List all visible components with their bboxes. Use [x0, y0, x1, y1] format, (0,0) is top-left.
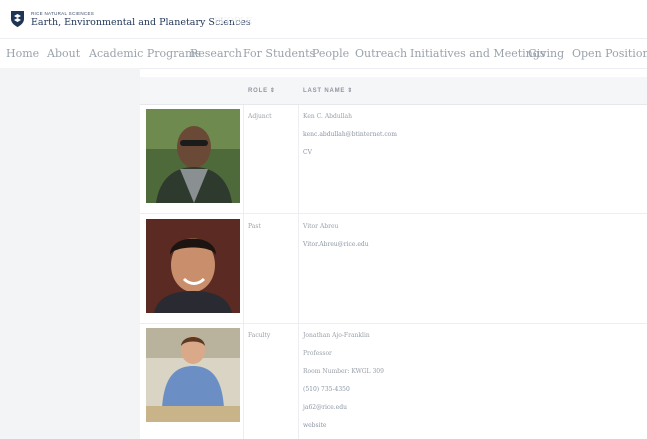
site-header: RICE NATURAL SCIENCES Earth, Environment… [0, 0, 647, 38]
nav-item-research[interactable]: Research [190, 47, 242, 60]
person-room: Room Number: KWGL 309 [303, 368, 384, 375]
nav-item-people[interactable]: People [312, 47, 349, 60]
person-email-link[interactable]: Vitor.Abreu@rice.edu [303, 241, 369, 248]
rice-shield-icon[interactable] [10, 10, 25, 28]
nav-item-home[interactable]: Home [6, 47, 39, 60]
last-name-header-label: LAST NAME [303, 88, 346, 94]
role-header-label: ROLE [248, 88, 268, 94]
header-faint-text: PEOPLE [214, 17, 253, 27]
role-cell: Adjunct [248, 113, 272, 120]
table-row: Adjunct Ken C. Abdullah kenc.abdullah@bt… [140, 104, 647, 214]
table-header: ROLE ⇕ LAST NAME ⇕ [140, 77, 647, 105]
people-table: ROLE ⇕ LAST NAME ⇕ Adjunct Ken C. Abdullah… [140, 77, 647, 439]
person-photo[interactable] [146, 328, 240, 422]
nav-item-about[interactable]: About [47, 47, 80, 60]
table-row: Past Vitor Abreu Vitor.Abreu@rice.edu [140, 214, 647, 324]
main-nav: Home About Academic Programs Research Fo… [0, 38, 647, 69]
person-name: Vitor Abreu [303, 223, 339, 230]
nav-item-open-positions[interactable]: Open Positions [572, 47, 647, 60]
role-cell: Faculty [248, 332, 271, 339]
person-website-link[interactable]: website [303, 422, 327, 429]
person-email-link[interactable]: ja62@rice.edu [303, 404, 347, 411]
last-name-column-header[interactable]: LAST NAME ⇕ [303, 87, 353, 94]
nav-item-giving[interactable]: Giving [528, 47, 564, 60]
person-name: Jonathan Ajo-Franklin [303, 332, 370, 339]
brand-small-label[interactable]: RICE NATURAL SCIENCES [31, 11, 94, 16]
person-cv-link[interactable]: CV [303, 149, 312, 156]
person-title: Professor [303, 350, 332, 357]
person-photo[interactable] [146, 109, 240, 203]
person-name: Ken C. Abdullah [303, 113, 352, 120]
nav-item-for-students[interactable]: For Students [243, 47, 315, 60]
nav-item-initiatives[interactable]: Initiatives and Meetings [410, 47, 545, 60]
nav-item-academic-programs[interactable]: Academic Programs [89, 47, 201, 60]
left-panel [0, 68, 140, 439]
role-cell: Past [248, 223, 261, 230]
table-row: Faculty Jonathan Ajo-Franklin Professor … [140, 324, 647, 439]
sort-arrows-icon[interactable]: ⇕ [347, 88, 353, 94]
person-photo[interactable] [146, 219, 240, 313]
person-phone[interactable]: (510) 735-4350 [303, 386, 350, 393]
nav-item-outreach[interactable]: Outreach [355, 47, 407, 60]
person-email-link[interactable]: kenc.abdullah@btinternet.com [303, 131, 397, 138]
sort-arrows-icon[interactable]: ⇕ [270, 88, 276, 94]
role-column-header[interactable]: ROLE ⇕ [248, 87, 276, 94]
